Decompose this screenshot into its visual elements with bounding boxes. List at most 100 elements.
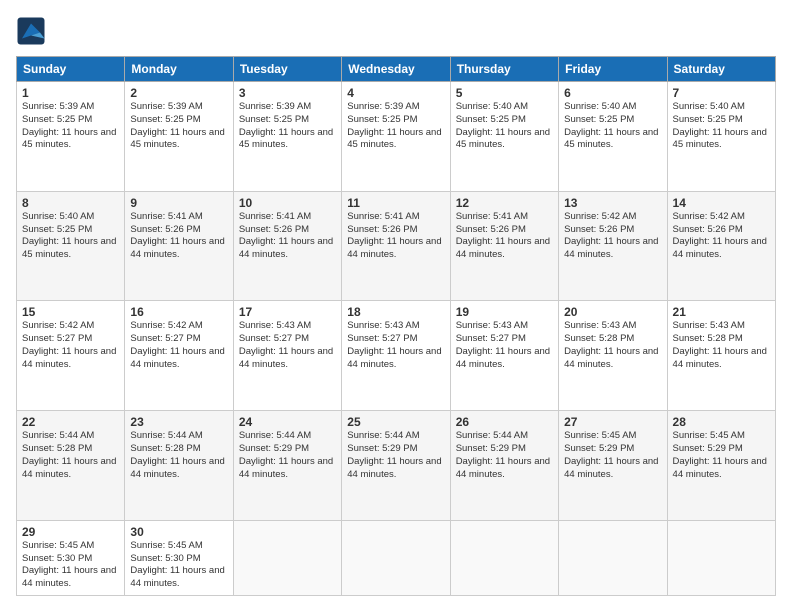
calendar-cell: 26Sunrise: 5:44 AMSunset: 5:29 PMDayligh…: [450, 411, 558, 521]
calendar-cell: 11Sunrise: 5:41 AMSunset: 5:26 PMDayligh…: [342, 191, 450, 301]
calendar-cell: 4Sunrise: 5:39 AMSunset: 5:25 PMDaylight…: [342, 82, 450, 192]
header-tuesday: Tuesday: [233, 57, 341, 82]
calendar-cell: 19Sunrise: 5:43 AMSunset: 5:27 PMDayligh…: [450, 301, 558, 411]
day-number: 7: [673, 86, 770, 100]
calendar-cell: 27Sunrise: 5:45 AMSunset: 5:29 PMDayligh…: [559, 411, 667, 521]
day-number: 1: [22, 86, 119, 100]
calendar: SundayMondayTuesdayWednesdayThursdayFrid…: [16, 56, 776, 596]
calendar-cell: 30Sunrise: 5:45 AMSunset: 5:30 PMDayligh…: [125, 520, 233, 595]
header-saturday: Saturday: [667, 57, 775, 82]
calendar-cell: 29Sunrise: 5:45 AMSunset: 5:30 PMDayligh…: [17, 520, 125, 595]
day-info: Sunrise: 5:40 AMSunset: 5:25 PMDaylight:…: [456, 101, 553, 152]
day-number: 16: [130, 305, 227, 319]
day-info: Sunrise: 5:39 AMSunset: 5:25 PMDaylight:…: [239, 101, 336, 152]
calendar-cell: 10Sunrise: 5:41 AMSunset: 5:26 PMDayligh…: [233, 191, 341, 301]
day-info: Sunrise: 5:44 AMSunset: 5:29 PMDaylight:…: [239, 430, 336, 481]
calendar-cell: 3Sunrise: 5:39 AMSunset: 5:25 PMDaylight…: [233, 82, 341, 192]
day-info: Sunrise: 5:42 AMSunset: 5:26 PMDaylight:…: [564, 211, 661, 262]
day-info: Sunrise: 5:39 AMSunset: 5:25 PMDaylight:…: [22, 101, 119, 152]
day-info: Sunrise: 5:43 AMSunset: 5:28 PMDaylight:…: [564, 320, 661, 371]
calendar-cell: 21Sunrise: 5:43 AMSunset: 5:28 PMDayligh…: [667, 301, 775, 411]
calendar-cell: 8Sunrise: 5:40 AMSunset: 5:25 PMDaylight…: [17, 191, 125, 301]
day-number: 4: [347, 86, 444, 100]
week-row-5: 29Sunrise: 5:45 AMSunset: 5:30 PMDayligh…: [17, 520, 776, 595]
day-number: 15: [22, 305, 119, 319]
day-number: 17: [239, 305, 336, 319]
day-info: Sunrise: 5:45 AMSunset: 5:29 PMDaylight:…: [673, 430, 770, 481]
day-info: Sunrise: 5:40 AMSunset: 5:25 PMDaylight:…: [564, 101, 661, 152]
calendar-cell: 15Sunrise: 5:42 AMSunset: 5:27 PMDayligh…: [17, 301, 125, 411]
calendar-cell: [233, 520, 341, 595]
day-number: 5: [456, 86, 553, 100]
calendar-cell: 24Sunrise: 5:44 AMSunset: 5:29 PMDayligh…: [233, 411, 341, 521]
calendar-cell: 1Sunrise: 5:39 AMSunset: 5:25 PMDaylight…: [17, 82, 125, 192]
day-info: Sunrise: 5:43 AMSunset: 5:27 PMDaylight:…: [239, 320, 336, 371]
calendar-cell: 7Sunrise: 5:40 AMSunset: 5:25 PMDaylight…: [667, 82, 775, 192]
day-number: 9: [130, 196, 227, 210]
calendar-cell: 14Sunrise: 5:42 AMSunset: 5:26 PMDayligh…: [667, 191, 775, 301]
day-info: Sunrise: 5:41 AMSunset: 5:26 PMDaylight:…: [239, 211, 336, 262]
logo: [16, 16, 50, 46]
day-number: 27: [564, 415, 661, 429]
calendar-cell: 17Sunrise: 5:43 AMSunset: 5:27 PMDayligh…: [233, 301, 341, 411]
calendar-cell: 28Sunrise: 5:45 AMSunset: 5:29 PMDayligh…: [667, 411, 775, 521]
day-info: Sunrise: 5:44 AMSunset: 5:29 PMDaylight:…: [456, 430, 553, 481]
day-info: Sunrise: 5:44 AMSunset: 5:28 PMDaylight:…: [22, 430, 119, 481]
calendar-cell: [667, 520, 775, 595]
week-row-3: 15Sunrise: 5:42 AMSunset: 5:27 PMDayligh…: [17, 301, 776, 411]
day-info: Sunrise: 5:43 AMSunset: 5:27 PMDaylight:…: [347, 320, 444, 371]
day-number: 2: [130, 86, 227, 100]
day-info: Sunrise: 5:41 AMSunset: 5:26 PMDaylight:…: [130, 211, 227, 262]
header-monday: Monday: [125, 57, 233, 82]
day-number: 20: [564, 305, 661, 319]
day-info: Sunrise: 5:40 AMSunset: 5:25 PMDaylight:…: [22, 211, 119, 262]
day-number: 8: [22, 196, 119, 210]
calendar-cell: [450, 520, 558, 595]
week-row-2: 8Sunrise: 5:40 AMSunset: 5:25 PMDaylight…: [17, 191, 776, 301]
calendar-cell: 13Sunrise: 5:42 AMSunset: 5:26 PMDayligh…: [559, 191, 667, 301]
day-number: 21: [673, 305, 770, 319]
header-thursday: Thursday: [450, 57, 558, 82]
day-number: 10: [239, 196, 336, 210]
day-info: Sunrise: 5:42 AMSunset: 5:26 PMDaylight:…: [673, 211, 770, 262]
logo-icon: [16, 16, 46, 46]
week-row-4: 22Sunrise: 5:44 AMSunset: 5:28 PMDayligh…: [17, 411, 776, 521]
day-number: 25: [347, 415, 444, 429]
day-number: 19: [456, 305, 553, 319]
day-number: 28: [673, 415, 770, 429]
day-number: 24: [239, 415, 336, 429]
day-info: Sunrise: 5:44 AMSunset: 5:28 PMDaylight:…: [130, 430, 227, 481]
calendar-cell: [559, 520, 667, 595]
calendar-cell: [342, 520, 450, 595]
day-number: 18: [347, 305, 444, 319]
calendar-cell: 6Sunrise: 5:40 AMSunset: 5:25 PMDaylight…: [559, 82, 667, 192]
week-row-1: 1Sunrise: 5:39 AMSunset: 5:25 PMDaylight…: [17, 82, 776, 192]
day-info: Sunrise: 5:43 AMSunset: 5:27 PMDaylight:…: [456, 320, 553, 371]
day-number: 29: [22, 525, 119, 539]
calendar-cell: 18Sunrise: 5:43 AMSunset: 5:27 PMDayligh…: [342, 301, 450, 411]
day-number: 26: [456, 415, 553, 429]
header-wednesday: Wednesday: [342, 57, 450, 82]
day-info: Sunrise: 5:45 AMSunset: 5:29 PMDaylight:…: [564, 430, 661, 481]
day-info: Sunrise: 5:39 AMSunset: 5:25 PMDaylight:…: [130, 101, 227, 152]
header: [16, 16, 776, 46]
day-number: 22: [22, 415, 119, 429]
day-info: Sunrise: 5:45 AMSunset: 5:30 PMDaylight:…: [130, 540, 227, 591]
calendar-cell: 23Sunrise: 5:44 AMSunset: 5:28 PMDayligh…: [125, 411, 233, 521]
day-info: Sunrise: 5:39 AMSunset: 5:25 PMDaylight:…: [347, 101, 444, 152]
calendar-cell: 25Sunrise: 5:44 AMSunset: 5:29 PMDayligh…: [342, 411, 450, 521]
calendar-cell: 12Sunrise: 5:41 AMSunset: 5:26 PMDayligh…: [450, 191, 558, 301]
calendar-header-row: SundayMondayTuesdayWednesdayThursdayFrid…: [17, 57, 776, 82]
day-info: Sunrise: 5:41 AMSunset: 5:26 PMDaylight:…: [456, 211, 553, 262]
calendar-cell: 2Sunrise: 5:39 AMSunset: 5:25 PMDaylight…: [125, 82, 233, 192]
day-info: Sunrise: 5:45 AMSunset: 5:30 PMDaylight:…: [22, 540, 119, 591]
day-info: Sunrise: 5:43 AMSunset: 5:28 PMDaylight:…: [673, 320, 770, 371]
calendar-cell: 9Sunrise: 5:41 AMSunset: 5:26 PMDaylight…: [125, 191, 233, 301]
day-number: 12: [456, 196, 553, 210]
day-number: 3: [239, 86, 336, 100]
day-number: 13: [564, 196, 661, 210]
day-info: Sunrise: 5:41 AMSunset: 5:26 PMDaylight:…: [347, 211, 444, 262]
calendar-cell: 5Sunrise: 5:40 AMSunset: 5:25 PMDaylight…: [450, 82, 558, 192]
calendar-cell: 16Sunrise: 5:42 AMSunset: 5:27 PMDayligh…: [125, 301, 233, 411]
day-info: Sunrise: 5:44 AMSunset: 5:29 PMDaylight:…: [347, 430, 444, 481]
